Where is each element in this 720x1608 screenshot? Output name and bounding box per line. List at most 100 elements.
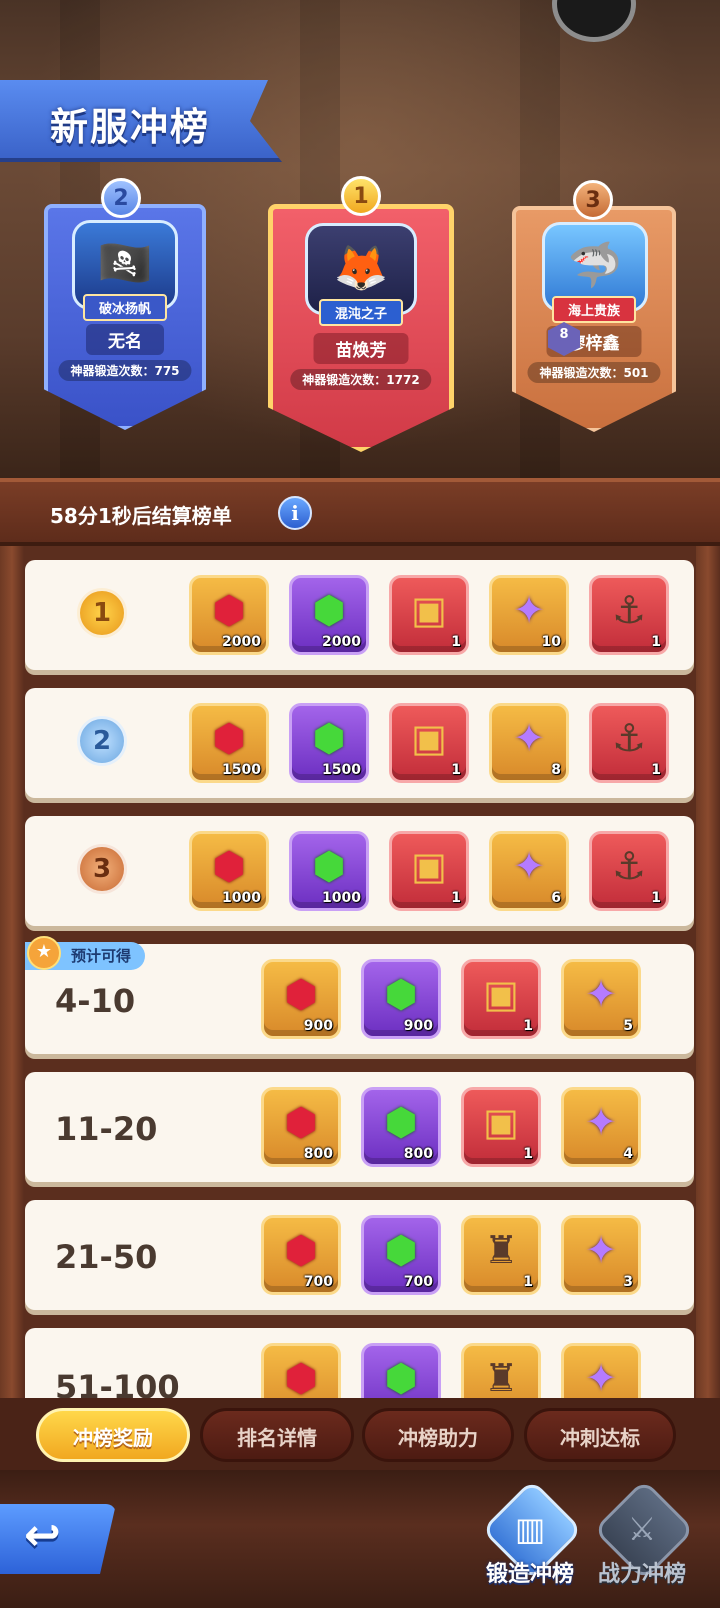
fort-reward[interactable]: ♜1 [461, 1215, 541, 1295]
shuriken-reward[interactable]: ✦ 8 [489, 703, 569, 783]
rank-1-medal-icon: 1 [77, 588, 127, 638]
ruby-icon: ⬢ [212, 716, 246, 760]
ship-reward[interactable]: ⚓ 1 [589, 575, 669, 655]
chest-icon: ▣ [411, 844, 447, 888]
forge-count: 神器锻造次数：1772 [290, 369, 432, 390]
forge-rush-label: 锻造冲榜 [485, 1562, 574, 1587]
page-title: 新服冲榜 [50, 105, 211, 149]
player-name: 无名 [86, 324, 164, 355]
chest-reward[interactable]: ▣ 1 [461, 1087, 541, 1167]
rank-2-medal-icon: 2 [101, 178, 141, 218]
ship-icon: ⚓ [611, 844, 647, 888]
tab-rush-boost[interactable]: 冲榜助力 [362, 1408, 514, 1462]
ship-icon: ⚓ [611, 716, 647, 760]
shuriken-icon: ✦ [585, 1100, 617, 1144]
emerald-icon: ⬢ [312, 844, 346, 888]
info-icon[interactable]: i [278, 496, 312, 530]
podium-glyph-icon: ▥ [514, 1510, 546, 1548]
rank-2-medal-icon: 2 [77, 716, 127, 766]
guild-title: 海上贵族 [551, 296, 637, 323]
chest-icon: ▣ [411, 588, 447, 632]
emerald-reward[interactable]: ⬢ 2000 [289, 575, 369, 655]
ruby-reward[interactable]: ⬢ 900 [261, 959, 341, 1039]
reward-row-rank-3: 3 ⬢ 1000 ⬢ 1000 ▣ 1 ✦ 6 ⚓ 1 [25, 816, 694, 926]
emerald-reward[interactable]: ⬢ 900 [361, 959, 441, 1039]
ruby-reward[interactable]: ⬢ 1500 [189, 703, 269, 783]
forge-count: 神器锻造次数：775 [58, 360, 192, 381]
ship-reward[interactable]: ⚓ 1 [589, 703, 669, 783]
shuriken-reward[interactable]: ✦ 10 [489, 575, 569, 655]
chest-reward[interactable]: ▣ 1 [389, 575, 469, 655]
ruby-icon: ⬢ [284, 1100, 318, 1144]
ruby-reward[interactable]: ⬢ 700 [261, 1215, 341, 1295]
fort-icon: ♜ [483, 1356, 519, 1400]
shuriken-icon: ✦ [585, 1228, 617, 1272]
ruby-icon: ⬢ [284, 1356, 318, 1400]
star-badge-icon: ★ [27, 936, 61, 970]
emerald-reward[interactable]: ⬢ 1500 [289, 703, 369, 783]
emerald-icon: ⬢ [384, 1356, 418, 1400]
ruby-icon: ⬢ [284, 972, 318, 1016]
shuriken-reward[interactable]: ✦3 [561, 1215, 641, 1295]
ruby-icon: ⬢ [212, 844, 246, 888]
ruby-icon: ⬢ [284, 1228, 318, 1272]
shuriken-reward[interactable]: ✦ 4 [561, 1087, 641, 1167]
settlement-timer: 58分1秒后结算榜单 [50, 504, 232, 528]
player-name: 苗焕芳 [313, 333, 409, 364]
chest-icon: ▣ [483, 1100, 519, 1144]
forge-rush-button[interactable]: ▥ 锻造冲榜 [481, 1479, 583, 1587]
emerald-reward[interactable]: ⬢ 700 [361, 1215, 441, 1295]
reward-row-11-20: 11-20 ⬢ 800 ⬢ 800 ▣ 1 ✦ 4 [25, 1072, 694, 1182]
shuriken-icon: ✦ [513, 588, 545, 632]
emerald-icon: ⬢ [384, 1228, 418, 1272]
tab-sprint-goal[interactable]: 冲刺达标 [524, 1408, 676, 1462]
podium-rank-1[interactable]: 🦊 混沌之子 苗焕芳 神器锻造次数：1772 [268, 204, 454, 452]
shuriken-icon: ✦ [585, 1356, 617, 1400]
guild-title: 混沌之子 [318, 299, 404, 326]
chest-reward[interactable]: ▣ 1 [461, 959, 541, 1039]
rank-3-medal-icon: 3 [573, 180, 613, 220]
reward-row-rank-1: 1 ⬢ 2000 ⬢ 2000 ▣ 1 ✦ 10 ⚓ 1 [25, 560, 694, 670]
swords-glyph-icon: ⚔ [627, 1510, 657, 1548]
chest-icon: ▣ [483, 972, 519, 1016]
emerald-icon: ⬢ [312, 716, 346, 760]
emerald-reward[interactable]: ⬢ 800 [361, 1087, 441, 1167]
chest-reward[interactable]: ▣ 1 [389, 703, 469, 783]
chest-reward[interactable]: ▣ 1 [389, 831, 469, 911]
shuriken-reward[interactable]: ✦ 5 [561, 959, 641, 1039]
ruby-reward[interactable]: ⬢ 2000 [189, 575, 269, 655]
reward-row-21-50: 21-50 ⬢ 700 ⬢ 700 ♜ 1 ✦ 3 [25, 1200, 694, 1310]
forge-count: 神器锻造次数：501 [527, 362, 661, 383]
rank-range: 4-10 [55, 982, 136, 1020]
chest-icon: ▣ [411, 716, 447, 760]
ruby-reward[interactable]: ⬢ 1000 [189, 831, 269, 911]
reward-row-rank-2: 2 ⬢ 1500 ⬢ 1500 ▣ 1 ✦ 8 ⚓ 1 [25, 688, 694, 798]
back-arrow-icon: ↩ [24, 1510, 61, 1561]
rank-1-medal-icon: 1 [341, 176, 381, 216]
tab-rush-rewards[interactable]: 冲榜奖励 [36, 1408, 190, 1462]
shuriken-icon: ✦ [513, 844, 545, 888]
rank-range: 11-20 [55, 1110, 158, 1148]
emerald-reward[interactable]: ⬢ 1000 [289, 831, 369, 911]
shuriken-icon: ✦ [513, 716, 545, 760]
rank-range: 21-50 [55, 1238, 158, 1276]
power-rush-label: 战力冲榜 [597, 1562, 686, 1587]
shark-avatar-icon: 🦈 [567, 240, 623, 291]
warrior-avatar-icon: 🦊 [333, 243, 389, 294]
guild-title: 破冰扬帆 [82, 294, 168, 321]
ruby-reward[interactable]: ⬢ 800 [261, 1087, 341, 1167]
tab-ranking-details[interactable]: 排名详情 [200, 1408, 354, 1462]
ruby-icon: ⬢ [212, 588, 246, 632]
power-rush-button[interactable]: ⚔ 战力冲榜 [593, 1479, 695, 1587]
pirate-avatar-icon: 🏴‍☠️ [97, 238, 153, 289]
podium-rank-3[interactable]: 🦈 海上贵族 廖梓鑫 神器锻造次数：501 [512, 206, 676, 432]
ship-icon: ⚓ [611, 588, 647, 632]
shuriken-reward[interactable]: ✦ 6 [489, 831, 569, 911]
podium-rank-2[interactable]: 🏴‍☠️ 破冰扬帆 无名 神器锻造次数：775 [44, 204, 206, 430]
emerald-icon: ⬢ [312, 588, 346, 632]
emerald-icon: ⬢ [384, 1100, 418, 1144]
reward-row-4-10: 预计可得 ★ 4-10 ⬢ 900 ⬢ 900 ▣ 1 ✦ 5 [25, 936, 694, 1054]
ship-reward[interactable]: ⚓ 1 [589, 831, 669, 911]
shuriken-icon: ✦ [585, 972, 617, 1016]
emerald-icon: ⬢ [384, 972, 418, 1016]
